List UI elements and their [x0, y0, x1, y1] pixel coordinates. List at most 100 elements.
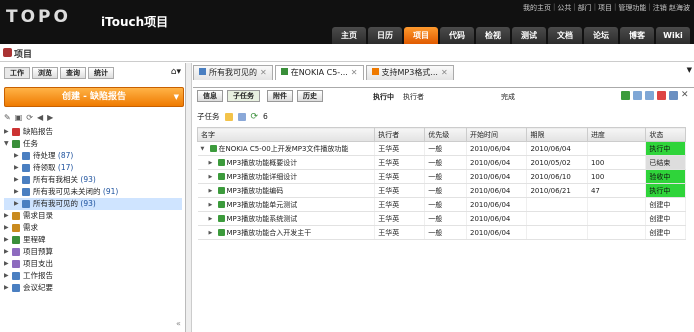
tree-item[interactable]: ▶ 待领取 (17) — [4, 162, 182, 174]
edit-icon[interactable]: ✎ — [4, 113, 11, 122]
copy-icon[interactable] — [645, 91, 654, 100]
table-row[interactable]: ▶ MP3播放功能单元测试 王华英 一般 2010/06/04 创建中 — [197, 197, 686, 212]
doc-tab-2[interactable]: 支持MP3格式... ✕ — [365, 65, 454, 80]
tab-history[interactable]: 历史 — [297, 90, 323, 102]
column-header[interactable]: 执行者 — [374, 127, 426, 142]
nav-tab-8[interactable]: 博客 — [620, 27, 654, 44]
top-link-home[interactable]: 我的主页 — [523, 3, 551, 13]
refresh-icon[interactable]: ⟳ — [26, 113, 33, 122]
top-link-logout[interactable]: 注销 赵海波 — [653, 3, 690, 13]
left-tab-1[interactable]: 浏览 — [32, 67, 58, 79]
chevron-down-icon[interactable]: ▼ — [201, 146, 208, 152]
table-row[interactable]: ▶ MP3播放功能概要设计 王华英 一般 2010/06/04 2010/05/02 100… — [197, 155, 686, 170]
home-icon[interactable]: ⌂▾ — [171, 67, 181, 77]
close-icon[interactable]: ✕ — [260, 68, 267, 77]
close-icon[interactable]: ✕ — [351, 68, 358, 77]
chevron-right-icon[interactable]: ▶ — [14, 198, 22, 210]
table-row[interactable]: ▶ MP3播放功能详细设计 王华英 一般 2010/06/04 2010/06/10 100… — [197, 169, 686, 184]
chevron-right-icon[interactable]: ▶ — [4, 246, 12, 258]
close-icon[interactable]: ✕ — [441, 68, 448, 77]
tree-item[interactable]: ▶ 需求目录 — [4, 210, 182, 222]
chevron-right-icon[interactable]: ▶ — [4, 126, 12, 138]
column-header[interactable]: 开始时间 — [465, 127, 528, 142]
chevron-right-icon[interactable]: ▶ — [4, 210, 12, 222]
add-icon[interactable]: ▣ — [15, 113, 23, 122]
nav-tab-0[interactable]: 主页 — [332, 27, 366, 44]
cell-name[interactable]: ▶ MP3播放功能合入开发主干 — [197, 225, 376, 240]
table-row[interactable]: ▶ MP3播放功能合入开发主干 王华英 一般 2010/06/04 创建中 — [197, 225, 686, 240]
cell-name[interactable]: ▶ MP3播放功能系统测试 — [197, 211, 376, 226]
tree-item[interactable]: ▶ 里程碑 — [4, 234, 182, 246]
left-tab-0[interactable]: 工作 — [4, 67, 30, 79]
chevron-right-icon[interactable]: ▶ — [209, 160, 216, 166]
chevron-right-icon[interactable]: ▶ — [14, 150, 22, 162]
tab-subtasks[interactable]: 子任务 — [227, 90, 260, 102]
tree-item[interactable]: ▶ 工作报告 — [4, 270, 182, 282]
chevron-right-icon[interactable]: ▶ — [209, 216, 216, 222]
brand-title[interactable]: iTouch项目 — [101, 13, 168, 30]
tree-item[interactable]: ▶ 所有有我相关 (93) — [4, 174, 182, 186]
chevron-right-icon[interactable]: ▶ — [14, 174, 22, 186]
doc-tab-1[interactable]: 在NOKIA C5-... ✕ — [274, 65, 364, 80]
table-row[interactable]: ▼ 在NOKIA C5-00上开发MP3文件播放功能 王华英 一般 2010/06/04… — [197, 141, 686, 156]
nav-tab-4[interactable]: 检视 — [476, 27, 510, 44]
tree-item[interactable]: ▶ 所有我可见未关闭的 (91) — [4, 186, 182, 198]
tree-item[interactable]: ▶ 项目支出 — [4, 258, 182, 270]
chevron-right-icon[interactable]: ▶ — [209, 202, 216, 208]
cell-name[interactable]: ▶ MP3播放功能编码 — [197, 183, 376, 198]
nav-tab-1[interactable]: 日历 — [368, 27, 402, 44]
column-header[interactable]: 状态 — [645, 127, 686, 142]
chevron-right-icon[interactable]: ▶ — [4, 282, 12, 294]
tree-item[interactable]: ▶ 项目预算 — [4, 246, 182, 258]
collapse-icon[interactable]: « — [176, 319, 181, 328]
close-icon[interactable]: ✕ — [681, 91, 690, 100]
chevron-right-icon[interactable]: ▶ — [14, 162, 22, 174]
nav-tab-3[interactable]: 代码 — [440, 27, 474, 44]
column-header[interactable]: 名字 — [196, 127, 376, 142]
export-icon[interactable] — [657, 91, 666, 100]
tree-item[interactable]: ▶ 所有我可见的 (93) — [4, 198, 182, 210]
table-row[interactable]: ▶ MP3播放功能编码 王华英 一般 2010/06/04 2010/06/21 47 执行中 — [197, 183, 686, 198]
column-header[interactable]: 期限 — [526, 127, 588, 142]
refresh-icon[interactable]: ⟳ — [251, 112, 259, 122]
create-defect-button[interactable]: 创建 - 缺陷报告 ▼ — [4, 87, 184, 107]
nav-tab-6[interactable]: 文档 — [548, 27, 582, 44]
cell-name[interactable]: ▶ MP3播放功能详细设计 — [197, 169, 376, 184]
chevron-right-icon[interactable]: ▶ — [4, 258, 12, 270]
left-tab-3[interactable]: 统计 — [88, 67, 114, 79]
tree-item[interactable]: ▶ 缺陷报告 — [4, 126, 182, 138]
column-header[interactable]: 进度 — [586, 127, 647, 142]
chevron-right-icon[interactable]: ▶ — [209, 230, 216, 236]
cell-name[interactable]: ▶ MP3播放功能单元测试 — [197, 197, 376, 212]
tree-item[interactable]: ▶ 待处理 (87) — [4, 150, 182, 162]
nav-tab-7[interactable]: 论坛 — [584, 27, 618, 44]
tab-info[interactable]: 信息 — [197, 90, 223, 102]
table-row[interactable]: ▶ MP3播放功能系统测试 王华英 一般 2010/06/04 创建中 — [197, 211, 686, 226]
column-header[interactable]: 优先级 — [424, 127, 467, 142]
cell-name[interactable]: ▼ 在NOKIA C5-00上开发MP3文件播放功能 — [197, 141, 376, 156]
nav-tab-2[interactable]: 项目 — [404, 27, 438, 44]
left-tab-2[interactable]: 查询 — [60, 67, 86, 79]
cell-name[interactable]: ▶ MP3播放功能概要设计 — [197, 155, 376, 170]
tree-item[interactable]: ▶ 需求 — [4, 222, 182, 234]
print-icon[interactable] — [633, 91, 642, 100]
next-icon[interactable]: ▶ — [47, 113, 53, 122]
top-link-dept[interactable]: 部门 — [578, 3, 592, 13]
chevron-right-icon[interactable]: ▶ — [209, 174, 216, 180]
nav-tab-5[interactable]: 测试 — [512, 27, 546, 44]
prev-icon[interactable]: ◀ — [37, 113, 43, 122]
chevron-right-icon[interactable]: ▶ — [4, 234, 12, 246]
top-link-project[interactable]: 项目 — [598, 3, 612, 13]
top-link-public[interactable]: 公共 — [557, 3, 571, 13]
doc-tab-0[interactable]: 所有我可见的 ✕ — [193, 65, 273, 80]
flow-role[interactable]: 执行者 — [403, 92, 424, 102]
new-subtask-icon[interactable] — [224, 112, 233, 121]
tree-item[interactable]: ▼ 任务 — [4, 138, 182, 150]
nav-tab-9[interactable]: Wiki — [656, 27, 690, 44]
grid-icon[interactable] — [237, 112, 246, 121]
flow-next[interactable]: 完成 — [501, 92, 515, 102]
chevron-right-icon[interactable]: ▶ — [209, 188, 216, 194]
panel-splitter[interactable] — [186, 63, 192, 332]
chevron-right-icon[interactable]: ▶ — [14, 186, 22, 198]
top-link-admin[interactable]: 管理功能 — [618, 3, 646, 13]
